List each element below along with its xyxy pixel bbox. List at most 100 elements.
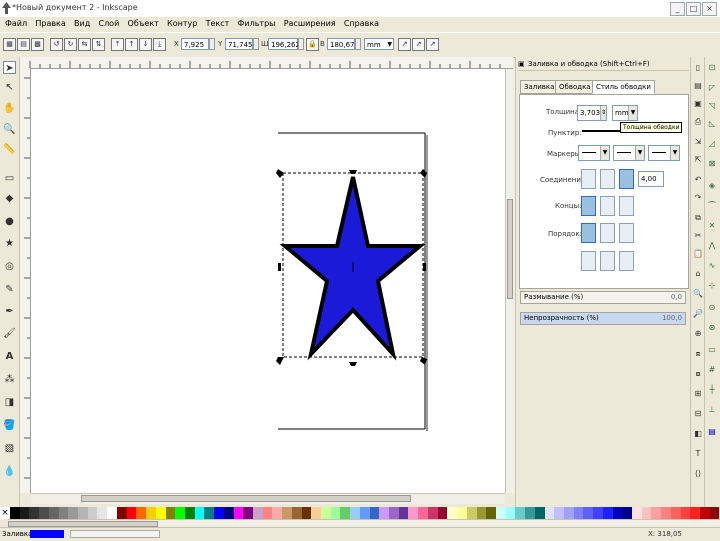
palette-swatch[interactable] bbox=[573, 507, 584, 519]
zoom-drawing-icon[interactable]: 🔎 bbox=[693, 309, 703, 319]
raise-to-top-icon[interactable]: ⤒ bbox=[111, 38, 124, 51]
import-icon[interactable]: ⇲ bbox=[693, 137, 703, 147]
square-cap-button[interactable] bbox=[619, 196, 634, 216]
zoom-selection-icon[interactable]: 🔍 bbox=[693, 289, 703, 299]
eraser-tool-icon[interactable]: ◨ bbox=[3, 396, 16, 409]
palette-swatch[interactable] bbox=[330, 507, 341, 519]
new-document-icon[interactable]: ▯ bbox=[693, 63, 703, 73]
raise-icon[interactable]: ↑ bbox=[125, 38, 138, 51]
spiral-tool-icon[interactable]: ◎ bbox=[3, 260, 16, 273]
palette-swatch[interactable] bbox=[116, 507, 127, 519]
palette-swatch[interactable] bbox=[78, 507, 88, 519]
snap-others-icon[interactable]: ▤ bbox=[707, 427, 717, 437]
unit-select[interactable]: mm ▼ bbox=[364, 38, 394, 50]
fill-indicator-swatch[interactable] bbox=[30, 530, 64, 538]
flip-horizontal-icon[interactable]: ⇆ bbox=[78, 38, 91, 51]
y-spinner[interactable] bbox=[253, 38, 259, 50]
calligraphy-tool-icon[interactable]: 🖌 bbox=[3, 327, 16, 340]
menu-filters[interactable]: Фильтры bbox=[235, 17, 279, 28]
order-button-4[interactable] bbox=[581, 251, 596, 271]
order-button-6[interactable] bbox=[619, 251, 634, 271]
palette-swatch[interactable] bbox=[486, 507, 496, 519]
palette-swatch[interactable] bbox=[670, 507, 681, 519]
palette-swatch[interactable] bbox=[700, 507, 710, 519]
palette-swatch[interactable] bbox=[194, 507, 205, 519]
handle-left[interactable] bbox=[278, 263, 281, 271]
palette-swatch[interactable] bbox=[223, 507, 234, 519]
palette-swatch[interactable] bbox=[709, 507, 720, 519]
menu-edit[interactable]: Правка bbox=[32, 17, 68, 28]
handle-bottom-left[interactable] bbox=[276, 357, 284, 365]
palette-swatch[interactable] bbox=[408, 507, 419, 519]
palette-swatch[interactable] bbox=[593, 507, 603, 519]
palette-swatch[interactable] bbox=[427, 507, 438, 519]
paint-bucket-icon[interactable]: ⌂ bbox=[693, 269, 703, 279]
canvas-horizontal-scrollbar[interactable] bbox=[31, 493, 505, 504]
palette-swatch[interactable] bbox=[262, 507, 273, 519]
export-icon[interactable]: ⇱ bbox=[693, 155, 703, 165]
snap-smooth-icon[interactable]: ∿ bbox=[707, 261, 717, 271]
palette-swatch[interactable] bbox=[136, 507, 147, 519]
x-field[interactable]: 7,925 bbox=[181, 38, 209, 50]
palette-swatch[interactable] bbox=[184, 507, 195, 519]
palette-swatch[interactable] bbox=[58, 507, 69, 519]
start-marker-select[interactable]: ▼ bbox=[578, 145, 610, 161]
gradient-tool-icon[interactable]: ▧ bbox=[3, 442, 16, 455]
palette-swatch[interactable] bbox=[369, 507, 380, 519]
palette-swatch[interactable] bbox=[282, 507, 292, 519]
palette-swatch[interactable] bbox=[544, 507, 555, 519]
blur-slider[interactable]: Размывание (%) 0,0 bbox=[520, 291, 686, 304]
select-all-layers-icon[interactable]: ▤ bbox=[17, 38, 30, 51]
menu-text[interactable]: Текст bbox=[203, 17, 233, 28]
palette-swatch[interactable] bbox=[359, 507, 370, 519]
palette-swatch[interactable] bbox=[447, 507, 458, 519]
snap-path-icon[interactable]: ⌒ bbox=[707, 201, 717, 211]
group-icon[interactable]: ⊞ bbox=[693, 389, 703, 399]
round-join-button[interactable] bbox=[600, 169, 615, 189]
palette-swatch[interactable] bbox=[214, 507, 224, 519]
no-paint-swatch[interactable]: × bbox=[0, 507, 10, 519]
3d-box-tool-icon[interactable]: ◆ bbox=[3, 192, 16, 205]
layer-indicator[interactable] bbox=[70, 530, 160, 538]
palette-swatch[interactable] bbox=[350, 507, 360, 519]
opacity-slider[interactable]: Непрозрачность (%) 100,0 bbox=[520, 312, 686, 325]
palette-swatch[interactable] bbox=[563, 507, 574, 519]
palette-swatch[interactable] bbox=[437, 507, 448, 519]
scale-corners-icon[interactable]: ↗ bbox=[412, 38, 425, 51]
open-icon[interactable]: ▤ bbox=[693, 81, 703, 91]
snap-bbox-center-icon[interactable]: ⊠ bbox=[707, 159, 717, 169]
text-font-icon[interactable]: T bbox=[693, 449, 703, 459]
palette-swatch[interactable] bbox=[10, 507, 20, 519]
snap-object-center-icon[interactable]: ⊙ bbox=[707, 303, 717, 313]
handle-bottom[interactable] bbox=[349, 362, 357, 366]
snap-bbox-corner-icon[interactable]: ◺ bbox=[707, 119, 717, 129]
tweak-tool-icon[interactable]: ✋ bbox=[3, 102, 16, 115]
handle-right[interactable] bbox=[423, 263, 426, 271]
lower-icon[interactable]: ↓ bbox=[139, 38, 152, 51]
pencil-tool-icon[interactable]: ✎ bbox=[3, 283, 16, 296]
menu-help[interactable]: Справка bbox=[341, 17, 382, 28]
selector-tool-icon[interactable]: ➤ bbox=[3, 61, 16, 74]
rectangle-tool-icon[interactable]: ▭ bbox=[3, 172, 16, 185]
star-tool-icon[interactable]: ★ bbox=[3, 237, 16, 250]
pen-tool-icon[interactable]: ✒ bbox=[3, 305, 16, 318]
palette-swatch[interactable] bbox=[379, 507, 390, 519]
redo-icon[interactable]: ↷ bbox=[693, 193, 703, 203]
dropper-tool-icon[interactable]: 💧 bbox=[3, 465, 16, 478]
palette-swatch[interactable] bbox=[87, 507, 98, 519]
palette-swatch[interactable] bbox=[311, 507, 321, 519]
palette-swatch[interactable] bbox=[68, 507, 79, 519]
palette-swatch[interactable] bbox=[243, 507, 253, 519]
menu-object[interactable]: Объект bbox=[125, 17, 162, 28]
palette-swatch[interactable] bbox=[690, 507, 701, 519]
stroke-width-field[interactable]: 3,703 ⇕ bbox=[577, 105, 607, 121]
menu-view[interactable]: Вид bbox=[71, 17, 93, 28]
tab-fill[interactable]: Заливка bbox=[520, 80, 559, 94]
palette-swatch[interactable] bbox=[146, 507, 156, 519]
lower-to-bottom-icon[interactable]: ⤓ bbox=[153, 38, 166, 51]
measure-tool-icon[interactable]: 📏 bbox=[3, 143, 16, 156]
copy-icon[interactable]: ⧉ bbox=[693, 213, 703, 223]
text-tool-icon[interactable]: A bbox=[3, 350, 16, 363]
palette-swatch[interactable] bbox=[233, 507, 244, 519]
palette-swatch[interactable] bbox=[301, 507, 312, 519]
